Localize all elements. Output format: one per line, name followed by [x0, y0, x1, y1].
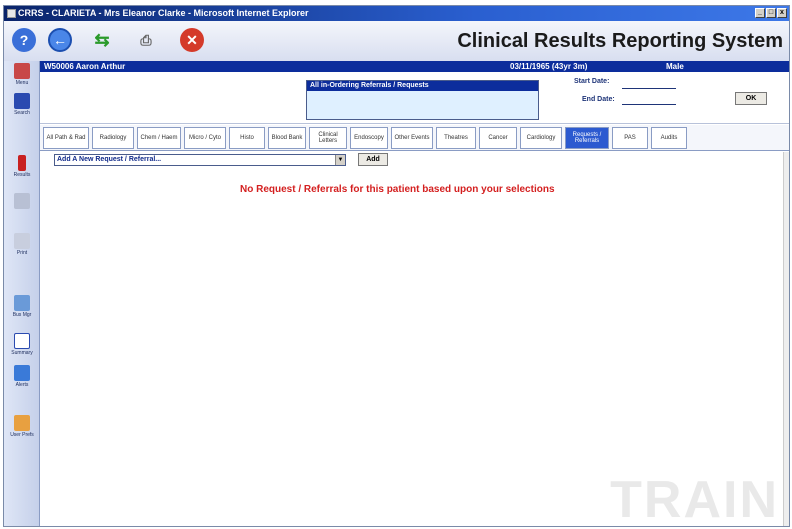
sidebar-item-print[interactable]: Print: [7, 233, 37, 256]
tab-histo[interactable]: Histo: [229, 127, 265, 149]
tab-chem-haem[interactable]: Chem / Haem: [137, 127, 181, 149]
sidebar-item-results[interactable]: Results: [7, 155, 37, 178]
binoculars-icon: [14, 93, 30, 109]
tab-clinical-letters[interactable]: Clinical Letters: [309, 127, 347, 149]
bus-icon: [14, 295, 30, 311]
tab-endoscopy[interactable]: Endoscopy: [350, 127, 388, 149]
window-title: CRRS - CLARIETA - Mrs Eleanor Clarke - M…: [18, 8, 309, 18]
close-window-button[interactable]: x: [777, 8, 787, 18]
tab-other-events[interactable]: Other Events: [391, 127, 433, 149]
tab-theatres[interactable]: Theatres: [436, 127, 476, 149]
sidebar-item-userprefs[interactable]: User Prefs: [7, 415, 37, 438]
browser-window: CRRS - CLARIETA - Mrs Eleanor Clarke - M…: [3, 5, 790, 527]
patient-sex: Male: [666, 62, 684, 71]
vertical-scrollbar[interactable]: [783, 152, 789, 526]
left-sidebar: Menu Search Results Print Bus Mgr Summar…: [4, 61, 40, 526]
filter-header: All in-Ordering Referrals / Requests Sta…: [40, 72, 789, 124]
help-icon[interactable]: ?: [12, 28, 36, 52]
content-area: Add A New Request / Referral... ▼ Add No…: [40, 152, 783, 526]
sidebar-item-document[interactable]: [7, 193, 37, 210]
sidebar-item-busmgr[interactable]: Bus Mgr: [7, 295, 37, 318]
tab-bar: All Path & Rad Radiology Chem / Haem Mic…: [40, 125, 789, 151]
summary-icon: [14, 333, 30, 349]
new-request-select[interactable]: Add A New Request / Referral... ▼: [54, 154, 346, 166]
start-date-field[interactable]: [622, 88, 676, 89]
chevron-down-icon[interactable]: ▼: [335, 155, 345, 165]
patient-banner: W50006 Aaron Arthur 03/11/1965 (43yr 3m)…: [40, 61, 789, 72]
alert-box: All in-Ordering Referrals / Requests: [306, 80, 539, 120]
document-icon: [14, 193, 30, 209]
sidebar-item-search[interactable]: Search: [7, 93, 37, 116]
alert-title: All in-Ordering Referrals / Requests: [307, 81, 538, 91]
tab-radiology[interactable]: Radiology: [92, 127, 134, 149]
window-controls: _ □ x: [755, 8, 787, 18]
sidebar-item-summary[interactable]: Summary: [7, 333, 37, 356]
ie-icon: [7, 9, 16, 18]
app-title: Clinical Results Reporting System: [457, 30, 783, 52]
tab-cardiology[interactable]: Cardiology: [520, 127, 562, 149]
tab-requests-referrals[interactable]: Requests / Referrals: [565, 127, 609, 149]
add-button[interactable]: Add: [358, 153, 388, 166]
patient-dob: 03/11/1965 (43yr 3m): [510, 62, 588, 71]
empty-message: No Request / Referrals for this patient …: [240, 184, 555, 195]
tab-blood-bank[interactable]: Blood Bank: [268, 127, 306, 149]
alerts-icon: [14, 365, 30, 381]
start-date-label: Start Date:: [574, 78, 610, 85]
end-date-label: End Date:: [582, 96, 615, 103]
minimize-button[interactable]: _: [755, 8, 765, 18]
print-icon: [14, 233, 30, 249]
menu-icon: [14, 63, 30, 79]
tab-all-path-rad[interactable]: All Path & Rad: [43, 127, 89, 149]
close-icon[interactable]: ✕: [180, 28, 204, 52]
sidebar-item-alerts[interactable]: Alerts: [7, 365, 37, 388]
tab-audits[interactable]: Audits: [651, 127, 687, 149]
title-bar: CRRS - CLARIETA - Mrs Eleanor Clarke - M…: [4, 6, 789, 21]
back-icon[interactable]: ←: [48, 28, 72, 52]
user-icon: [14, 415, 30, 431]
patient-name: W50006 Aaron Arthur: [44, 62, 126, 71]
train-watermark: TRAIN: [610, 471, 779, 527]
tab-pas[interactable]: PAS: [612, 127, 648, 149]
refresh-icon[interactable]: ⇆: [90, 28, 114, 52]
maximize-button[interactable]: □: [766, 8, 776, 18]
sidebar-item-menu[interactable]: Menu: [7, 63, 37, 86]
ok-button[interactable]: OK: [735, 92, 767, 105]
results-icon: [18, 155, 26, 171]
new-request-select-value: Add A New Request / Referral...: [57, 156, 162, 163]
end-date-field[interactable]: [622, 104, 676, 105]
toolbar: ? ← ⇆ ⎙ ✕ Clinical Results Reporting Sys…: [4, 21, 789, 61]
tab-cancer[interactable]: Cancer: [479, 127, 517, 149]
tab-micro-cyto[interactable]: Micro / Cyto: [184, 127, 226, 149]
print-icon[interactable]: ⎙: [134, 28, 158, 52]
